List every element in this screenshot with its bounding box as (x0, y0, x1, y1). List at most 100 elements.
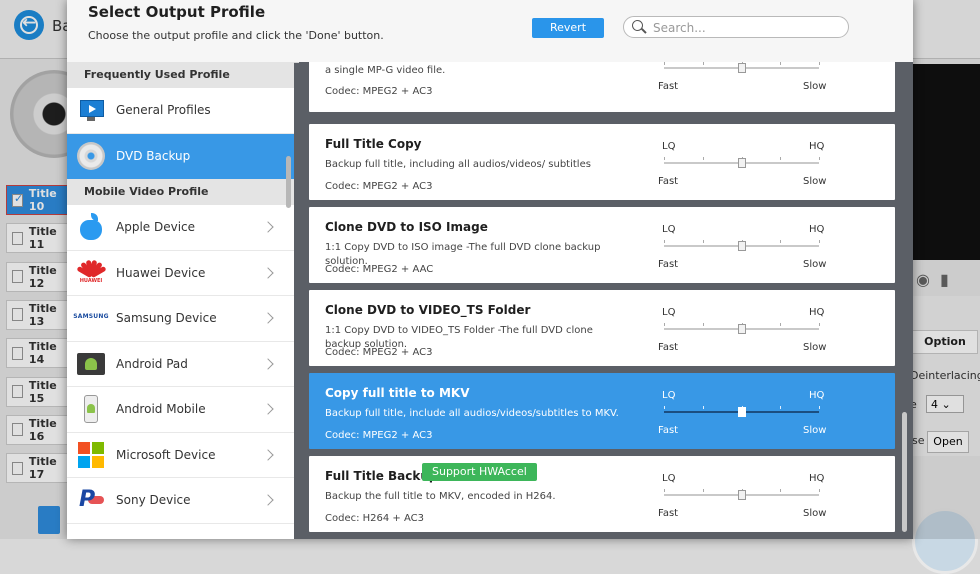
speed-slow-label: Slow (803, 259, 827, 270)
profile-card[interactable]: Copy and save the DVD with selected audi… (309, 62, 895, 112)
quality-low-label: LQ (662, 307, 676, 318)
quality-high-label: HQ (809, 473, 825, 484)
title-checkbox[interactable] (12, 308, 23, 322)
dialog-subtitle: Choose the output profile and click the … (88, 29, 384, 42)
quality-low-label: LQ (662, 141, 676, 152)
microsoft-icon (77, 441, 105, 469)
select-output-profile-dialog: Select Output Profile Choose the output … (67, 0, 913, 539)
title-label: Title 10 (28, 187, 57, 213)
open-button[interactable]: Open (927, 431, 969, 453)
quality-slider[interactable] (664, 62, 820, 73)
category-label: Apple Device (116, 220, 196, 235)
profile-title: Full Title Copy (325, 137, 422, 151)
profile-codec: Codec: MPEG2 + AC3 (325, 86, 433, 97)
quality-high-label: HQ (809, 307, 825, 318)
category-item[interactable]: DVD Backup (67, 133, 294, 179)
cpu-core-select[interactable]: 4 ⌄ (926, 395, 964, 413)
quality-high-label: HQ (809, 224, 825, 235)
chevron-right-icon (262, 403, 274, 415)
category-item[interactable]: HUAWEI Huawei Device (67, 251, 294, 296)
profile-description: Copy and save the DVD with selected audi… (325, 65, 446, 76)
category-label: Android Mobile (116, 402, 206, 417)
cpu-core-value: 4 (931, 398, 938, 411)
profile-card[interactable]: Clone DVD to ISO Image 1:1 Copy DVD to IS… (309, 207, 895, 283)
section-header: Frequently Used Profile (67, 62, 294, 88)
folder-icon[interactable]: ▮ (940, 270, 959, 289)
camera-icon[interactable]: ◉ (916, 270, 940, 289)
title-label: Title 14 (28, 340, 57, 367)
revert-button[interactable]: Revert (532, 18, 604, 38)
speed-fast-label: Fast (658, 425, 679, 436)
speed-fast-label: Fast (658, 508, 679, 519)
quality-high-label: HQ (809, 141, 825, 152)
option-button[interactable]: Option (912, 330, 978, 354)
category-item[interactable]: P Sony Device (67, 478, 294, 524)
profile-description: Backup the full title to MKV, encoded in… (325, 491, 556, 502)
profile-card[interactable]: Full Title Backup Backup the full title t… (309, 456, 895, 532)
title-row[interactable]: Title 15 (6, 376, 68, 407)
profile-card[interactable]: Full Title Copy Backup full title, includ… (309, 124, 895, 200)
title-row[interactable]: Title 12 (6, 261, 68, 292)
category-item[interactable]: Android Mobile (67, 387, 294, 433)
info-icon[interactable] (38, 506, 60, 534)
quality-slider-thumb[interactable] (737, 324, 746, 334)
title-label: Title 16 (28, 416, 57, 443)
profile-codec: Codec: MPEG2 + AAC (325, 264, 434, 275)
search-box[interactable] (623, 16, 849, 38)
quality-slider-thumb[interactable] (737, 241, 746, 251)
speed-slow-label: Slow (803, 508, 827, 519)
title-checkbox[interactable] (12, 346, 23, 360)
run-button[interactable] (912, 508, 978, 574)
profile-card[interactable]: Clone DVD to VIDEO_TS Folder 1:1 Copy DVD… (309, 290, 895, 366)
profile-card[interactable]: Copy full title to MKV Backup full title,… (309, 373, 895, 449)
chevron-right-icon (262, 312, 274, 324)
title-checkbox[interactable] (12, 385, 23, 398)
quality-slider[interactable] (664, 323, 820, 334)
title-checkbox[interactable] (12, 461, 23, 475)
deinterlacing-label: Deinterlacing (910, 369, 980, 382)
quality-slider-thumb[interactable] (737, 63, 746, 73)
category-label: General Profiles (116, 103, 211, 118)
quality-slider[interactable] (664, 406, 820, 417)
title-row[interactable]: Title 11 (6, 223, 68, 254)
search-input[interactable] (651, 19, 845, 37)
title-checkbox[interactable] (12, 423, 23, 437)
profile-codec: Codec: H264 + AC3 (325, 513, 424, 524)
profile-codec: Codec: MPEG2 + AC3 (325, 347, 433, 358)
quality-slider-thumb[interactable] (737, 158, 746, 168)
quality-slider[interactable] (664, 240, 820, 251)
quality-slider-thumb[interactable] (737, 490, 746, 500)
category-item[interactable]: SAMSUNG Samsung Device (67, 296, 294, 342)
category-item[interactable]: Apple Device (67, 205, 294, 251)
title-checkbox[interactable] (12, 192, 23, 207)
speed-slow-label: Slow (803, 176, 827, 187)
category-item[interactable]: Microsoft Device (67, 433, 294, 478)
title-checkbox[interactable] (12, 270, 23, 284)
sony-playstation-icon: P (77, 486, 105, 514)
quality-low-label: LQ (662, 473, 676, 484)
title-row[interactable]: Title 14 (6, 338, 68, 369)
title-row[interactable]: Title 10 (6, 185, 68, 215)
category-item[interactable]: General Profiles (67, 88, 294, 134)
category-item[interactable]: Android Pad (67, 342, 294, 387)
monitor-icon (77, 96, 105, 125)
profile-title: Clone DVD to ISO Image (325, 220, 488, 234)
quality-slider[interactable] (664, 489, 820, 500)
back-arrow-icon[interactable] (14, 10, 44, 40)
dvd-disc-icon (77, 141, 105, 170)
speed-slow-label: Slow (803, 81, 827, 92)
browse-label[interactable]: se (912, 434, 925, 447)
quality-slider[interactable] (664, 157, 820, 168)
title-checkbox[interactable] (12, 231, 23, 245)
huawei-icon: HUAWEI (76, 259, 107, 287)
quality-slider-thumb[interactable] (737, 407, 746, 417)
category-scrollbar[interactable] (286, 156, 291, 208)
samsung-icon: SAMSUNG (73, 313, 109, 321)
profile-scrollbar[interactable] (902, 412, 907, 532)
profile-codec: Codec: MPEG2 + AC3 (325, 430, 433, 441)
title-row[interactable]: Title 16 (6, 414, 68, 445)
title-row[interactable]: Title 17 (6, 453, 68, 484)
category-label: Android Pad (116, 356, 188, 371)
category-label: DVD Backup (116, 148, 191, 163)
title-row[interactable]: Title 13 (6, 299, 68, 330)
